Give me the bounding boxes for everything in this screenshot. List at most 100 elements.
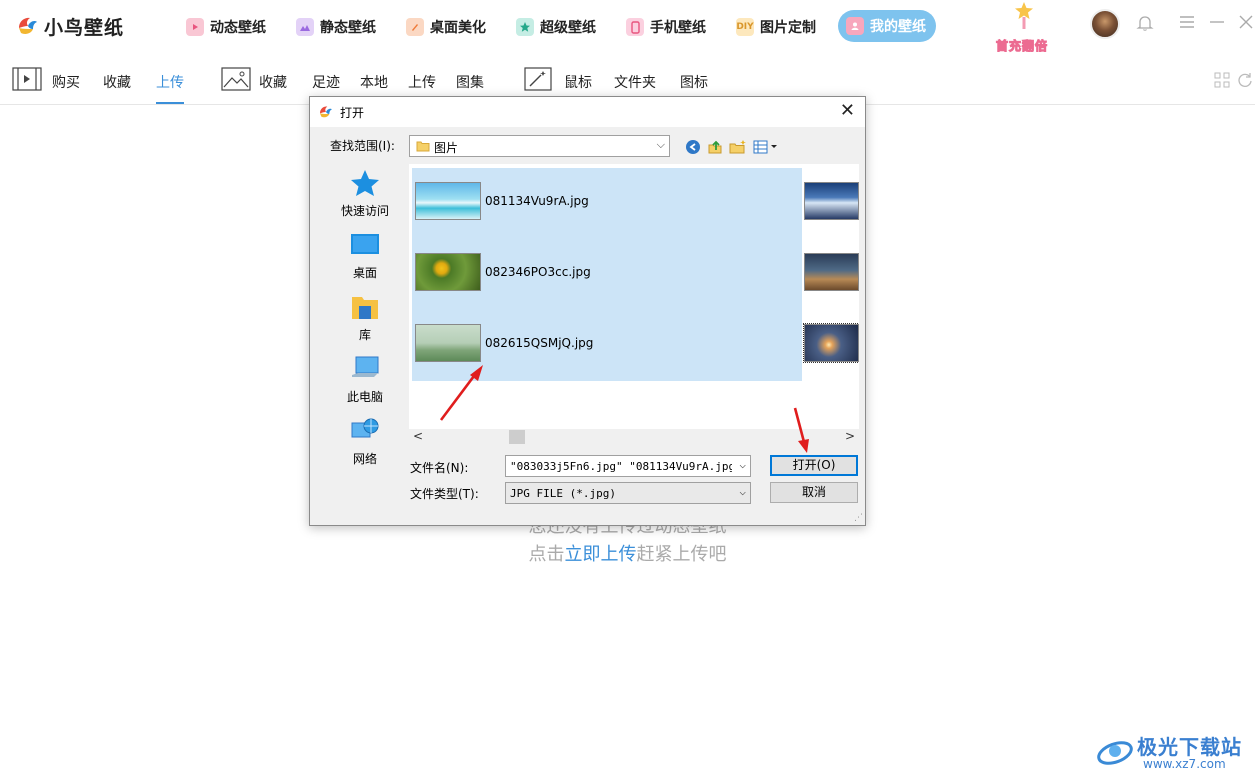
computer-icon bbox=[352, 356, 379, 377]
watermark: 极光下载站 www.xz7.com bbox=[1095, 729, 1250, 775]
view-menu-icon[interactable] bbox=[753, 139, 779, 155]
app-logo-text: 小鸟壁纸 bbox=[44, 16, 125, 39]
place-label: 网络 bbox=[352, 452, 377, 466]
new-folder-icon[interactable] bbox=[729, 139, 747, 155]
file-list: 081134Vu9rA.jpg 082346PO3cc.jpg 082615QS… bbox=[409, 164, 859, 429]
file-item[interactable]: 082346PO3cc.jpg bbox=[412, 239, 802, 310]
file-name: 081134Vu9rA.jpg bbox=[485, 194, 589, 208]
place-label: 库 bbox=[358, 328, 371, 342]
video-category-icon bbox=[12, 67, 42, 91]
empty-state-prefix: 点击 bbox=[528, 544, 565, 565]
bell-icon[interactable] bbox=[1135, 14, 1155, 34]
nav-tab-dynamic-wallpaper[interactable]: 动态壁纸 bbox=[186, 12, 266, 42]
subnav-folder[interactable]: 文件夹 bbox=[614, 72, 656, 92]
scrollbar-thumb[interactable] bbox=[509, 430, 525, 444]
nav-tab-my-wallpaper[interactable]: 我的壁纸 bbox=[838, 10, 936, 42]
upload-now-link[interactable]: 立即上传 bbox=[565, 544, 637, 565]
file-thumbnail bbox=[415, 253, 481, 291]
nav-tab-label: 我的壁纸 bbox=[870, 19, 926, 35]
promo-text: 首充翻倍 bbox=[995, 39, 1049, 54]
close-window-icon[interactable] bbox=[1236, 14, 1255, 34]
nav-tab-label: 图片定制 bbox=[760, 20, 816, 36]
filetype-select[interactable]: JPG FILE (*.jpg) ⌵ bbox=[505, 482, 751, 504]
place-label: 快速访问 bbox=[340, 204, 389, 218]
watermark-url: www.xz7.com bbox=[1143, 757, 1226, 771]
file-item[interactable]: 081134Vu9rA.jpg bbox=[412, 168, 802, 239]
file-item[interactable]: 082615QSMjQ.jpg bbox=[412, 310, 802, 381]
diy-icon: DIY bbox=[736, 18, 754, 36]
minimize-icon[interactable] bbox=[1207, 14, 1227, 34]
subnav-albums[interactable]: 图集 bbox=[456, 72, 484, 92]
dialog-title: 打开 bbox=[340, 106, 365, 120]
place-network[interactable]: 网络 bbox=[321, 416, 409, 467]
subnav-icons[interactable]: 图标 bbox=[680, 72, 708, 92]
filetype-value: JPG FILE (*.jpg) bbox=[510, 487, 616, 500]
scroll-right-icon[interactable]: > bbox=[845, 429, 855, 443]
place-label: 桌面 bbox=[352, 266, 377, 280]
filename-label: 文件名(N): bbox=[410, 461, 469, 475]
promo-banner[interactable]: 首充翻倍 bbox=[994, 0, 1058, 54]
chevron-down-icon: ⌵ bbox=[739, 458, 746, 471]
grid-view-icon[interactable] bbox=[1214, 72, 1230, 88]
subnav-local[interactable]: 本地 bbox=[360, 72, 388, 92]
file-thumbnail-partial[interactable] bbox=[804, 253, 859, 291]
look-in-dropdown[interactable]: 图片 ⌵ bbox=[409, 135, 670, 157]
subnav-image-upload[interactable]: 上传 bbox=[408, 72, 436, 92]
look-in-value: 图片 bbox=[434, 141, 459, 155]
network-icon bbox=[351, 418, 379, 438]
empty-state-suffix: 赶紧上传吧 bbox=[636, 544, 727, 565]
menu-icon[interactable] bbox=[1177, 14, 1197, 34]
filename-value: "083033j5Fn6.jpg" "081134Vu9rA.jpg" " bbox=[510, 460, 732, 473]
play-icon bbox=[186, 18, 204, 36]
filetype-label: 文件类型(T): bbox=[410, 487, 479, 501]
subnav-cursor[interactable]: 鼠标 bbox=[564, 72, 592, 92]
up-folder-icon[interactable] bbox=[707, 139, 723, 155]
app-small-icon bbox=[320, 106, 332, 118]
cancel-button[interactable]: 取消 bbox=[770, 482, 858, 503]
file-thumbnail-partial[interactable] bbox=[804, 182, 859, 220]
dialog-toolbar bbox=[685, 138, 779, 156]
user-avatar[interactable] bbox=[1090, 9, 1120, 39]
place-desktop[interactable]: 桌面 bbox=[321, 230, 409, 281]
open-button[interactable]: 打开(O) bbox=[770, 455, 858, 476]
nav-tab-label: 超级壁纸 bbox=[540, 20, 596, 36]
phone-icon bbox=[626, 18, 644, 36]
place-this-pc[interactable]: 此电脑 bbox=[321, 354, 409, 405]
file-thumbnail-partial[interactable] bbox=[803, 323, 859, 363]
chevron-down-icon: ⌵ bbox=[656, 138, 665, 151]
horizontal-scrollbar[interactable]: < > bbox=[409, 429, 859, 445]
file-name: 082615QSMjQ.jpg bbox=[485, 336, 594, 350]
resize-grip-icon[interactable]: ⋰ bbox=[854, 513, 863, 523]
place-quick-access[interactable]: 快速访问 bbox=[321, 168, 409, 219]
subnav-favorites[interactable]: 收藏 bbox=[103, 72, 131, 92]
open-file-dialog: 打开 ✕ 查找范围(I): 图片 ⌵ 快速访问 桌面 库 此电脑 网络 0811… bbox=[309, 96, 866, 526]
dialog-close-icon[interactable]: ✕ bbox=[840, 102, 855, 120]
nav-tab-phone-wallpaper[interactable]: 手机壁纸 bbox=[626, 12, 706, 42]
nav-tab-static-wallpaper[interactable]: 静态壁纸 bbox=[296, 12, 376, 42]
back-icon[interactable] bbox=[685, 139, 701, 155]
nav-tab-label: 动态壁纸 bbox=[210, 20, 266, 36]
place-library[interactable]: 库 bbox=[321, 292, 409, 343]
place-label: 此电脑 bbox=[346, 390, 383, 404]
image-category-icon bbox=[221, 67, 251, 91]
subnav-image-favorites[interactable]: 收藏 bbox=[259, 72, 287, 92]
nav-tab-image-custom[interactable]: DIY 图片定制 bbox=[736, 12, 816, 42]
look-in-label: 查找范围(I): bbox=[330, 139, 395, 153]
nav-tab-label: 手机壁纸 bbox=[650, 20, 706, 36]
nav-tab-desktop-beautify[interactable]: 桌面美化 bbox=[406, 12, 486, 42]
app-window: 小鸟壁纸 动态壁纸 静态壁纸 桌面美化 超级壁纸 手机壁纸 DIY 图片定制 我… bbox=[0, 0, 1255, 781]
subnav-upload-active[interactable]: 上传 bbox=[156, 72, 184, 92]
dialog-title-bar[interactable]: 打开 ✕ bbox=[310, 97, 865, 127]
nav-tab-super-wallpaper[interactable]: 超级壁纸 bbox=[516, 12, 596, 42]
quick-access-star-icon bbox=[351, 170, 379, 196]
active-tab-underline bbox=[156, 102, 184, 104]
refresh-icon[interactable] bbox=[1237, 72, 1253, 88]
brush-icon bbox=[406, 18, 424, 36]
filename-input[interactable]: "083033j5Fn6.jpg" "081134Vu9rA.jpg" " ⌵ bbox=[505, 455, 751, 477]
subnav-buy[interactable]: 购买 bbox=[52, 72, 80, 92]
app-logo[interactable]: 小鸟壁纸 bbox=[16, 12, 124, 40]
desktop-icon bbox=[351, 234, 379, 254]
subnav-footprints[interactable]: 足迹 bbox=[312, 72, 340, 92]
scroll-left-icon[interactable]: < bbox=[413, 429, 423, 443]
nav-tab-label: 静态壁纸 bbox=[320, 20, 376, 36]
